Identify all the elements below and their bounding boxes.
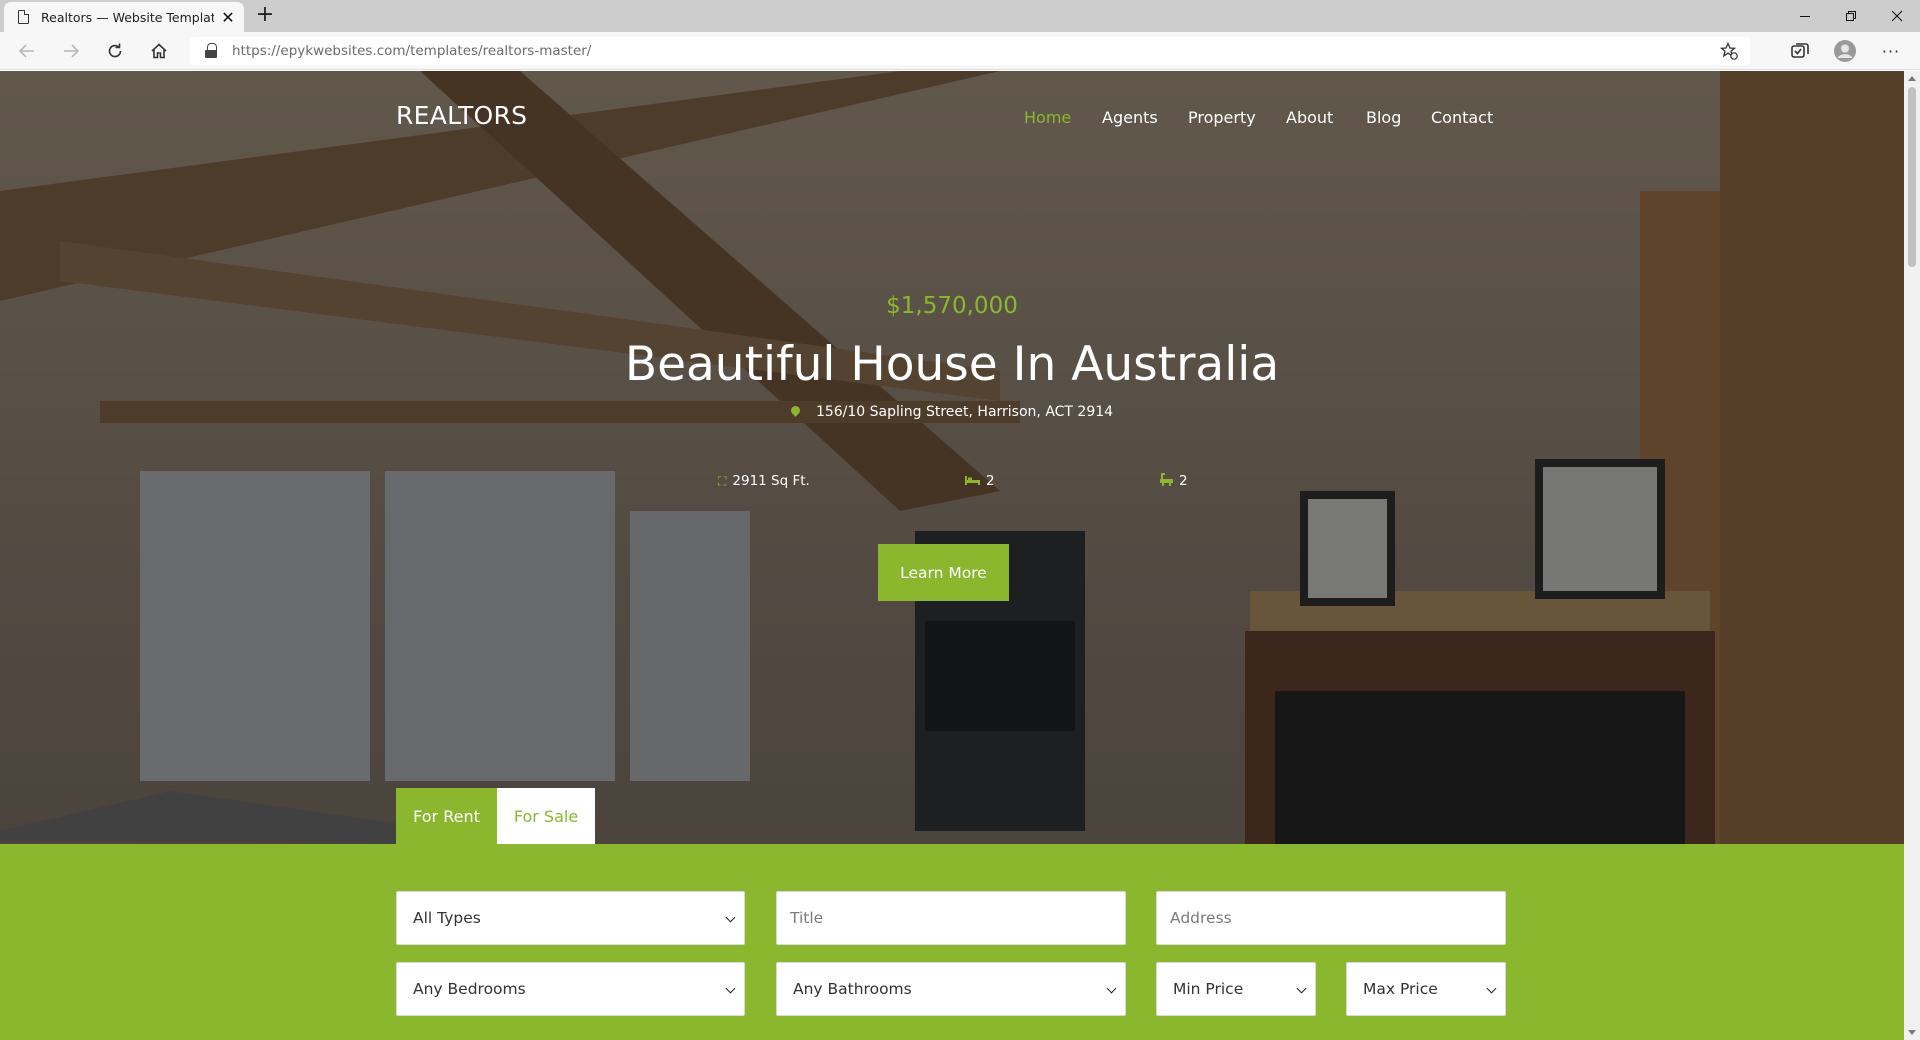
- title-input[interactable]: Title: [776, 891, 1126, 945]
- max-price-select[interactable]: Max Price: [1346, 962, 1506, 1016]
- max-price-select-value: Max Price: [1363, 980, 1438, 998]
- scrollbar-thumb[interactable]: [1908, 87, 1916, 267]
- area-icon: ⛶: [718, 473, 727, 488]
- scroll-up-icon[interactable]: [1908, 76, 1916, 81]
- bathrooms-select-value: Any Bathrooms: [793, 980, 912, 998]
- type-select[interactable]: All Types: [396, 891, 745, 945]
- min-price-select[interactable]: Min Price: [1156, 962, 1316, 1016]
- nav-contact[interactable]: Contact: [1431, 108, 1493, 127]
- chevron-down-icon: [725, 912, 736, 923]
- web-page: REALTORS Home Agents Property About Blog…: [0, 71, 1904, 1040]
- bedrooms-select-value: Any Bedrooms: [413, 980, 526, 998]
- bedrooms-select[interactable]: Any Bedrooms: [396, 962, 745, 1016]
- chevron-down-icon: [1486, 983, 1497, 994]
- lock-icon[interactable]: [204, 43, 218, 59]
- bathrooms-select[interactable]: Any Bathrooms: [776, 962, 1126, 1016]
- tab-strip: Realtors — Website Template by ✕ +: [0, 0, 1920, 32]
- feature-beds-text: 2: [986, 473, 995, 489]
- scroll-down-icon[interactable]: [1908, 1030, 1916, 1035]
- map-pin-icon: [789, 404, 802, 417]
- browser-toolbar: https://epykwebsites.com/templates/realt…: [0, 32, 1920, 70]
- nav-home[interactable]: Home: [1024, 108, 1071, 127]
- tab-title: Realtors — Website Template by: [41, 9, 214, 25]
- hero-dark-overlay: [0, 71, 1904, 844]
- bath-icon: [1160, 473, 1173, 489]
- nav-about[interactable]: About: [1286, 108, 1333, 127]
- home-icon[interactable]: [144, 36, 174, 66]
- nav-property[interactable]: Property: [1188, 108, 1256, 127]
- favorites-icon[interactable]: [1719, 41, 1738, 64]
- hero-address: 156/10 Sapling Street, Harrison, ACT 291…: [0, 404, 1904, 420]
- profile-icon[interactable]: [1830, 36, 1860, 66]
- hero-section: REALTORS Home Agents Property About Blog…: [0, 71, 1904, 844]
- hero-address-text: 156/10 Sapling Street, Harrison, ACT 291…: [815, 404, 1114, 420]
- chevron-down-icon: [725, 983, 736, 994]
- collections-icon[interactable]: [1785, 36, 1815, 66]
- nav-blog[interactable]: Blog: [1366, 108, 1401, 127]
- chevron-down-icon: [1296, 983, 1307, 994]
- feature-area: ⛶ 2911 Sq Ft.: [718, 473, 810, 489]
- more-icon[interactable]: ···: [1876, 36, 1906, 66]
- chevron-down-icon: [1106, 983, 1117, 994]
- url-path: /templates/realtors-master/: [405, 43, 592, 59]
- browser-window: Realtors — Website Template by ✕ + htt: [0, 0, 1920, 1040]
- page-icon: [18, 10, 29, 24]
- learn-more-button[interactable]: Learn More: [878, 544, 1009, 601]
- close-icon[interactable]: ✕: [220, 8, 236, 27]
- window-close-icon[interactable]: [1874, 0, 1920, 32]
- url-text: https://epykwebsites.com/templates/realt…: [232, 43, 591, 59]
- hero-price: $1,570,000: [886, 293, 1018, 319]
- address-input-placeholder: Address: [1170, 909, 1232, 927]
- browser-tab[interactable]: Realtors — Website Template by ✕: [4, 2, 244, 32]
- new-tab-icon[interactable]: +: [252, 4, 278, 28]
- feature-baths: 2: [1160, 473, 1188, 489]
- site-logo[interactable]: REALTORS: [396, 101, 527, 130]
- feature-beds: 2: [965, 473, 995, 489]
- refresh-icon[interactable]: [100, 36, 130, 66]
- address-input[interactable]: Address: [1156, 891, 1506, 945]
- tab-for-sale[interactable]: For Sale: [497, 788, 595, 844]
- back-arrow-icon[interactable]: [12, 36, 42, 66]
- address-bar[interactable]: https://epykwebsites.com/templates/realt…: [190, 37, 1750, 65]
- url-host: https://epykwebsites.com: [232, 43, 406, 59]
- feature-area-text: 2911 Sq Ft.: [732, 473, 810, 489]
- page-scrollbar[interactable]: [1904, 71, 1920, 1040]
- min-price-select-value: Min Price: [1173, 980, 1244, 998]
- type-select-value: All Types: [413, 909, 481, 927]
- forward-arrow-icon[interactable]: [56, 36, 86, 66]
- bed-icon: [965, 474, 980, 488]
- title-input-placeholder: Title: [790, 909, 824, 927]
- tab-for-rent[interactable]: For Rent: [396, 788, 497, 844]
- nav-agents[interactable]: Agents: [1102, 108, 1158, 127]
- minimize-icon[interactable]: [1782, 0, 1828, 32]
- property-search-panel: All Types Title Address Any Bedrooms Any…: [0, 844, 1904, 1040]
- feature-baths-text: 2: [1179, 473, 1188, 489]
- hero-title: Beautiful House In Australia: [624, 337, 1280, 392]
- restore-icon[interactable]: [1828, 0, 1874, 32]
